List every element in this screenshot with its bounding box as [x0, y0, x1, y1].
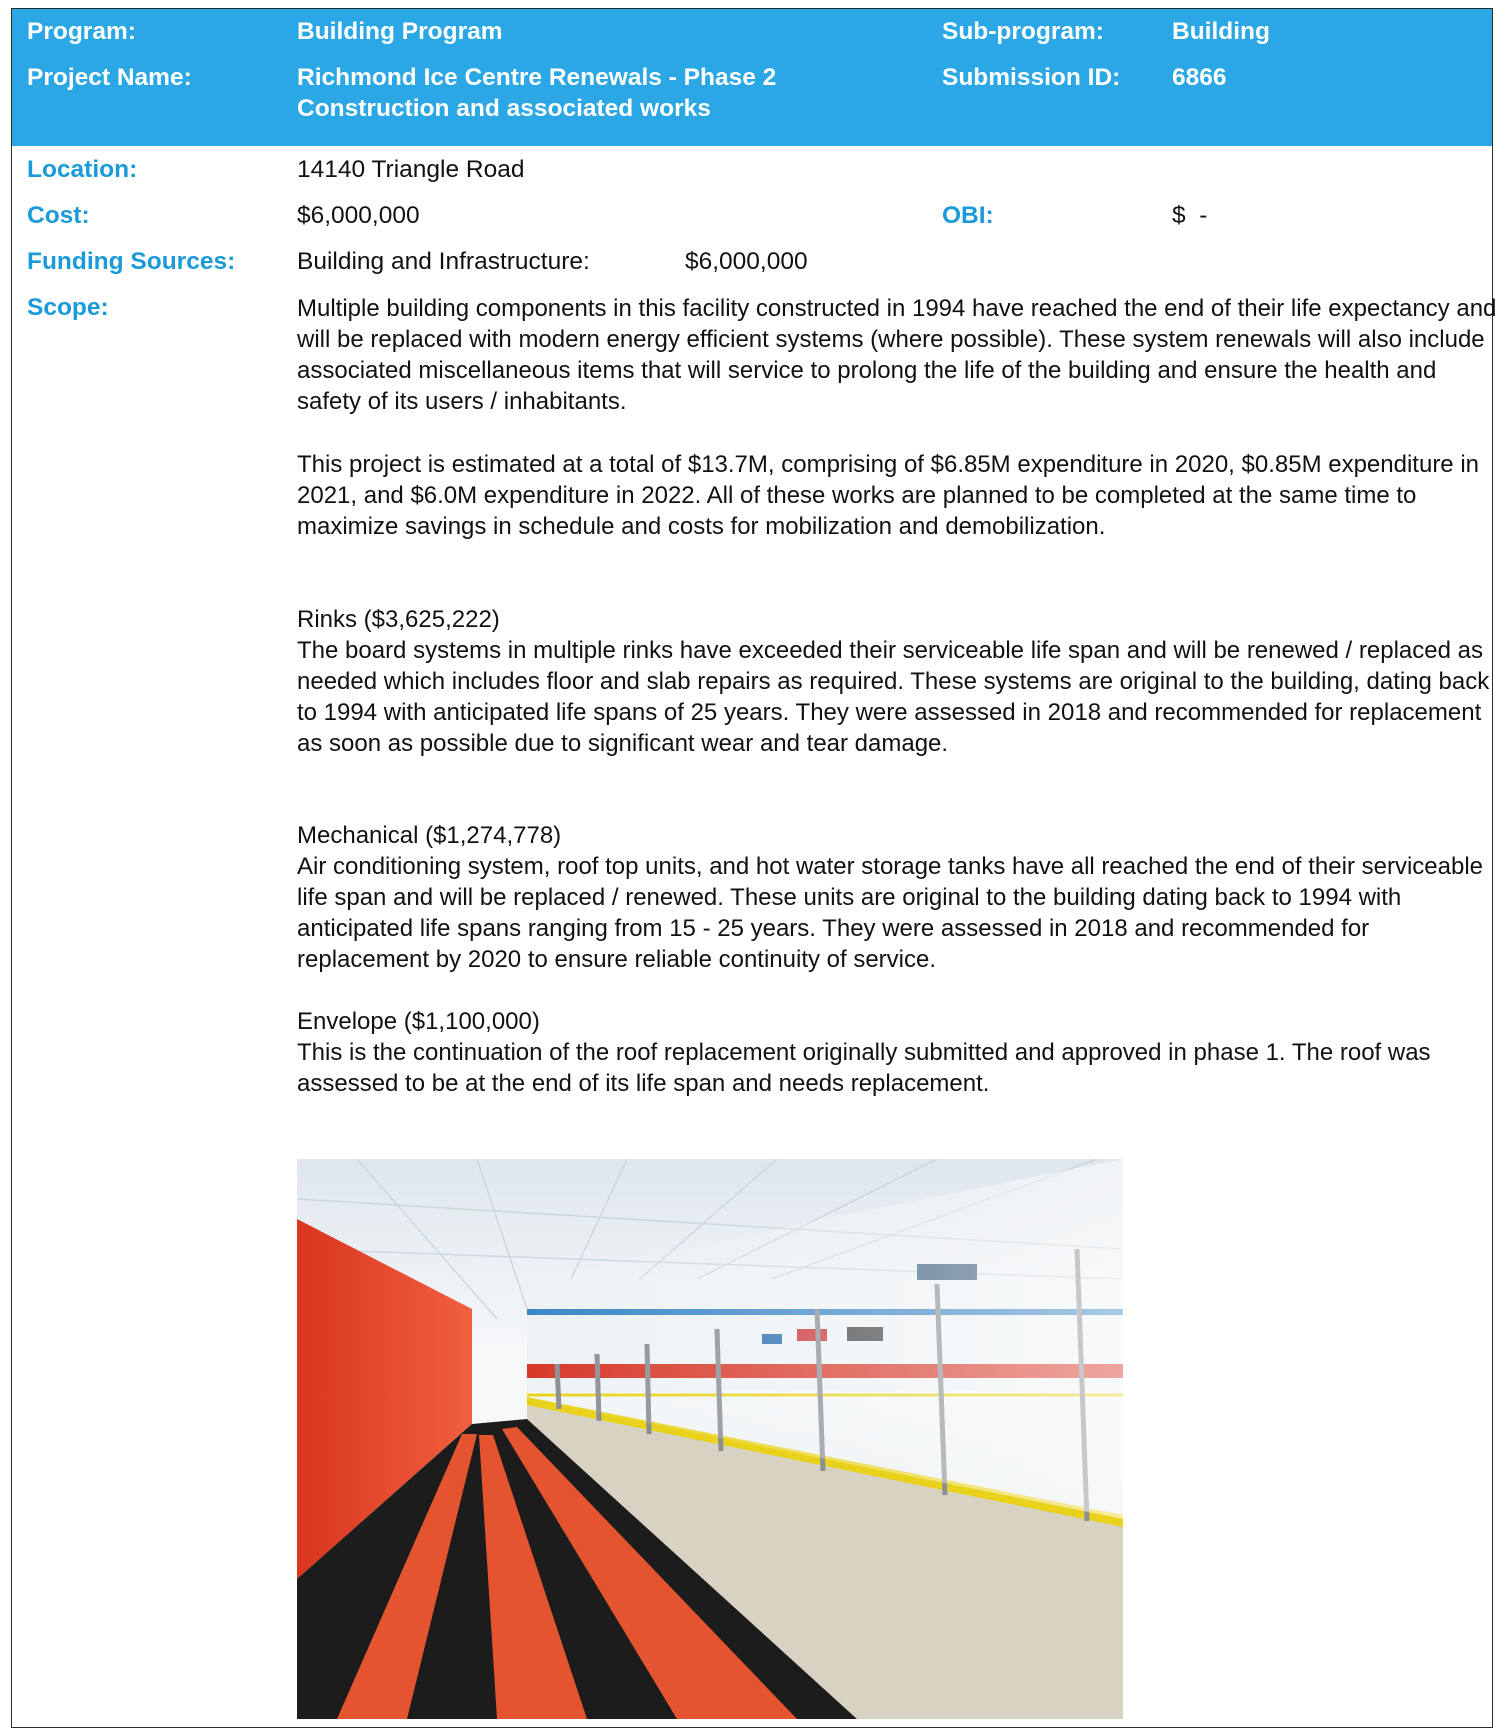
program-label: Program: — [27, 18, 136, 45]
rinks-text: The board systems in multiple rinks have… — [297, 637, 1490, 757]
mechanical-title: Mechanical ($1,274,778) — [297, 822, 562, 849]
rinks-section: Rinks ($3,625,222) The board systems in … — [297, 604, 1497, 759]
location-label: Location: — [27, 156, 138, 183]
subprogram-value: Building — [1172, 18, 1270, 45]
cost-label: Cost: — [27, 202, 90, 229]
funding-source-name: Building and Infrastructure: — [297, 248, 590, 275]
location-value: 14140 Triangle Road — [297, 156, 525, 183]
project-name-label: Project Name: — [27, 64, 192, 91]
obi-label: OBI: — [942, 202, 994, 229]
funding-sources-label: Funding Sources: — [27, 248, 236, 275]
scope-estimate-text: This project is estimated at a total of … — [297, 451, 1479, 540]
envelope-title: Envelope ($1,100,000) — [297, 1008, 540, 1035]
ice-rink-photo — [297, 1159, 1123, 1719]
envelope-text: This is the continuation of the roof rep… — [297, 1039, 1431, 1097]
project-name-line-2: Construction and associated works — [297, 95, 711, 122]
mechanical-section: Mechanical ($1,274,778) Air conditioning… — [297, 820, 1497, 975]
submission-id-value: 6866 — [1172, 64, 1227, 91]
submission-id-label: Submission ID: — [942, 64, 1121, 91]
mechanical-text: Air conditioning system, roof top units,… — [297, 853, 1484, 973]
scope-intro-paragraph: Multiple building components in this fac… — [297, 293, 1497, 417]
ice-rink-illustration — [297, 1159, 1123, 1719]
scope-estimate-paragraph: This project is estimated at a total of … — [297, 449, 1497, 542]
subprogram-label: Sub-program: — [942, 18, 1104, 45]
header-band: Program: Building Program Sub-program: B… — [12, 9, 1492, 146]
scope-label: Scope: — [27, 294, 109, 321]
funding-source-amount: $6,000,000 — [685, 248, 808, 275]
envelope-section: Envelope ($1,100,000) This is the contin… — [297, 1006, 1497, 1099]
project-name-line-1: Richmond Ice Centre Renewals - Phase 2 — [297, 64, 777, 91]
program-value: Building Program — [297, 18, 503, 45]
cost-value: $6,000,000 — [297, 202, 420, 229]
rinks-title: Rinks ($3,625,222) — [297, 606, 500, 633]
scope-intro-text: Multiple building components in this fac… — [297, 295, 1497, 415]
obi-value: $ - — [1172, 202, 1208, 229]
project-sheet: Program: Building Program Sub-program: B… — [11, 8, 1496, 1728]
